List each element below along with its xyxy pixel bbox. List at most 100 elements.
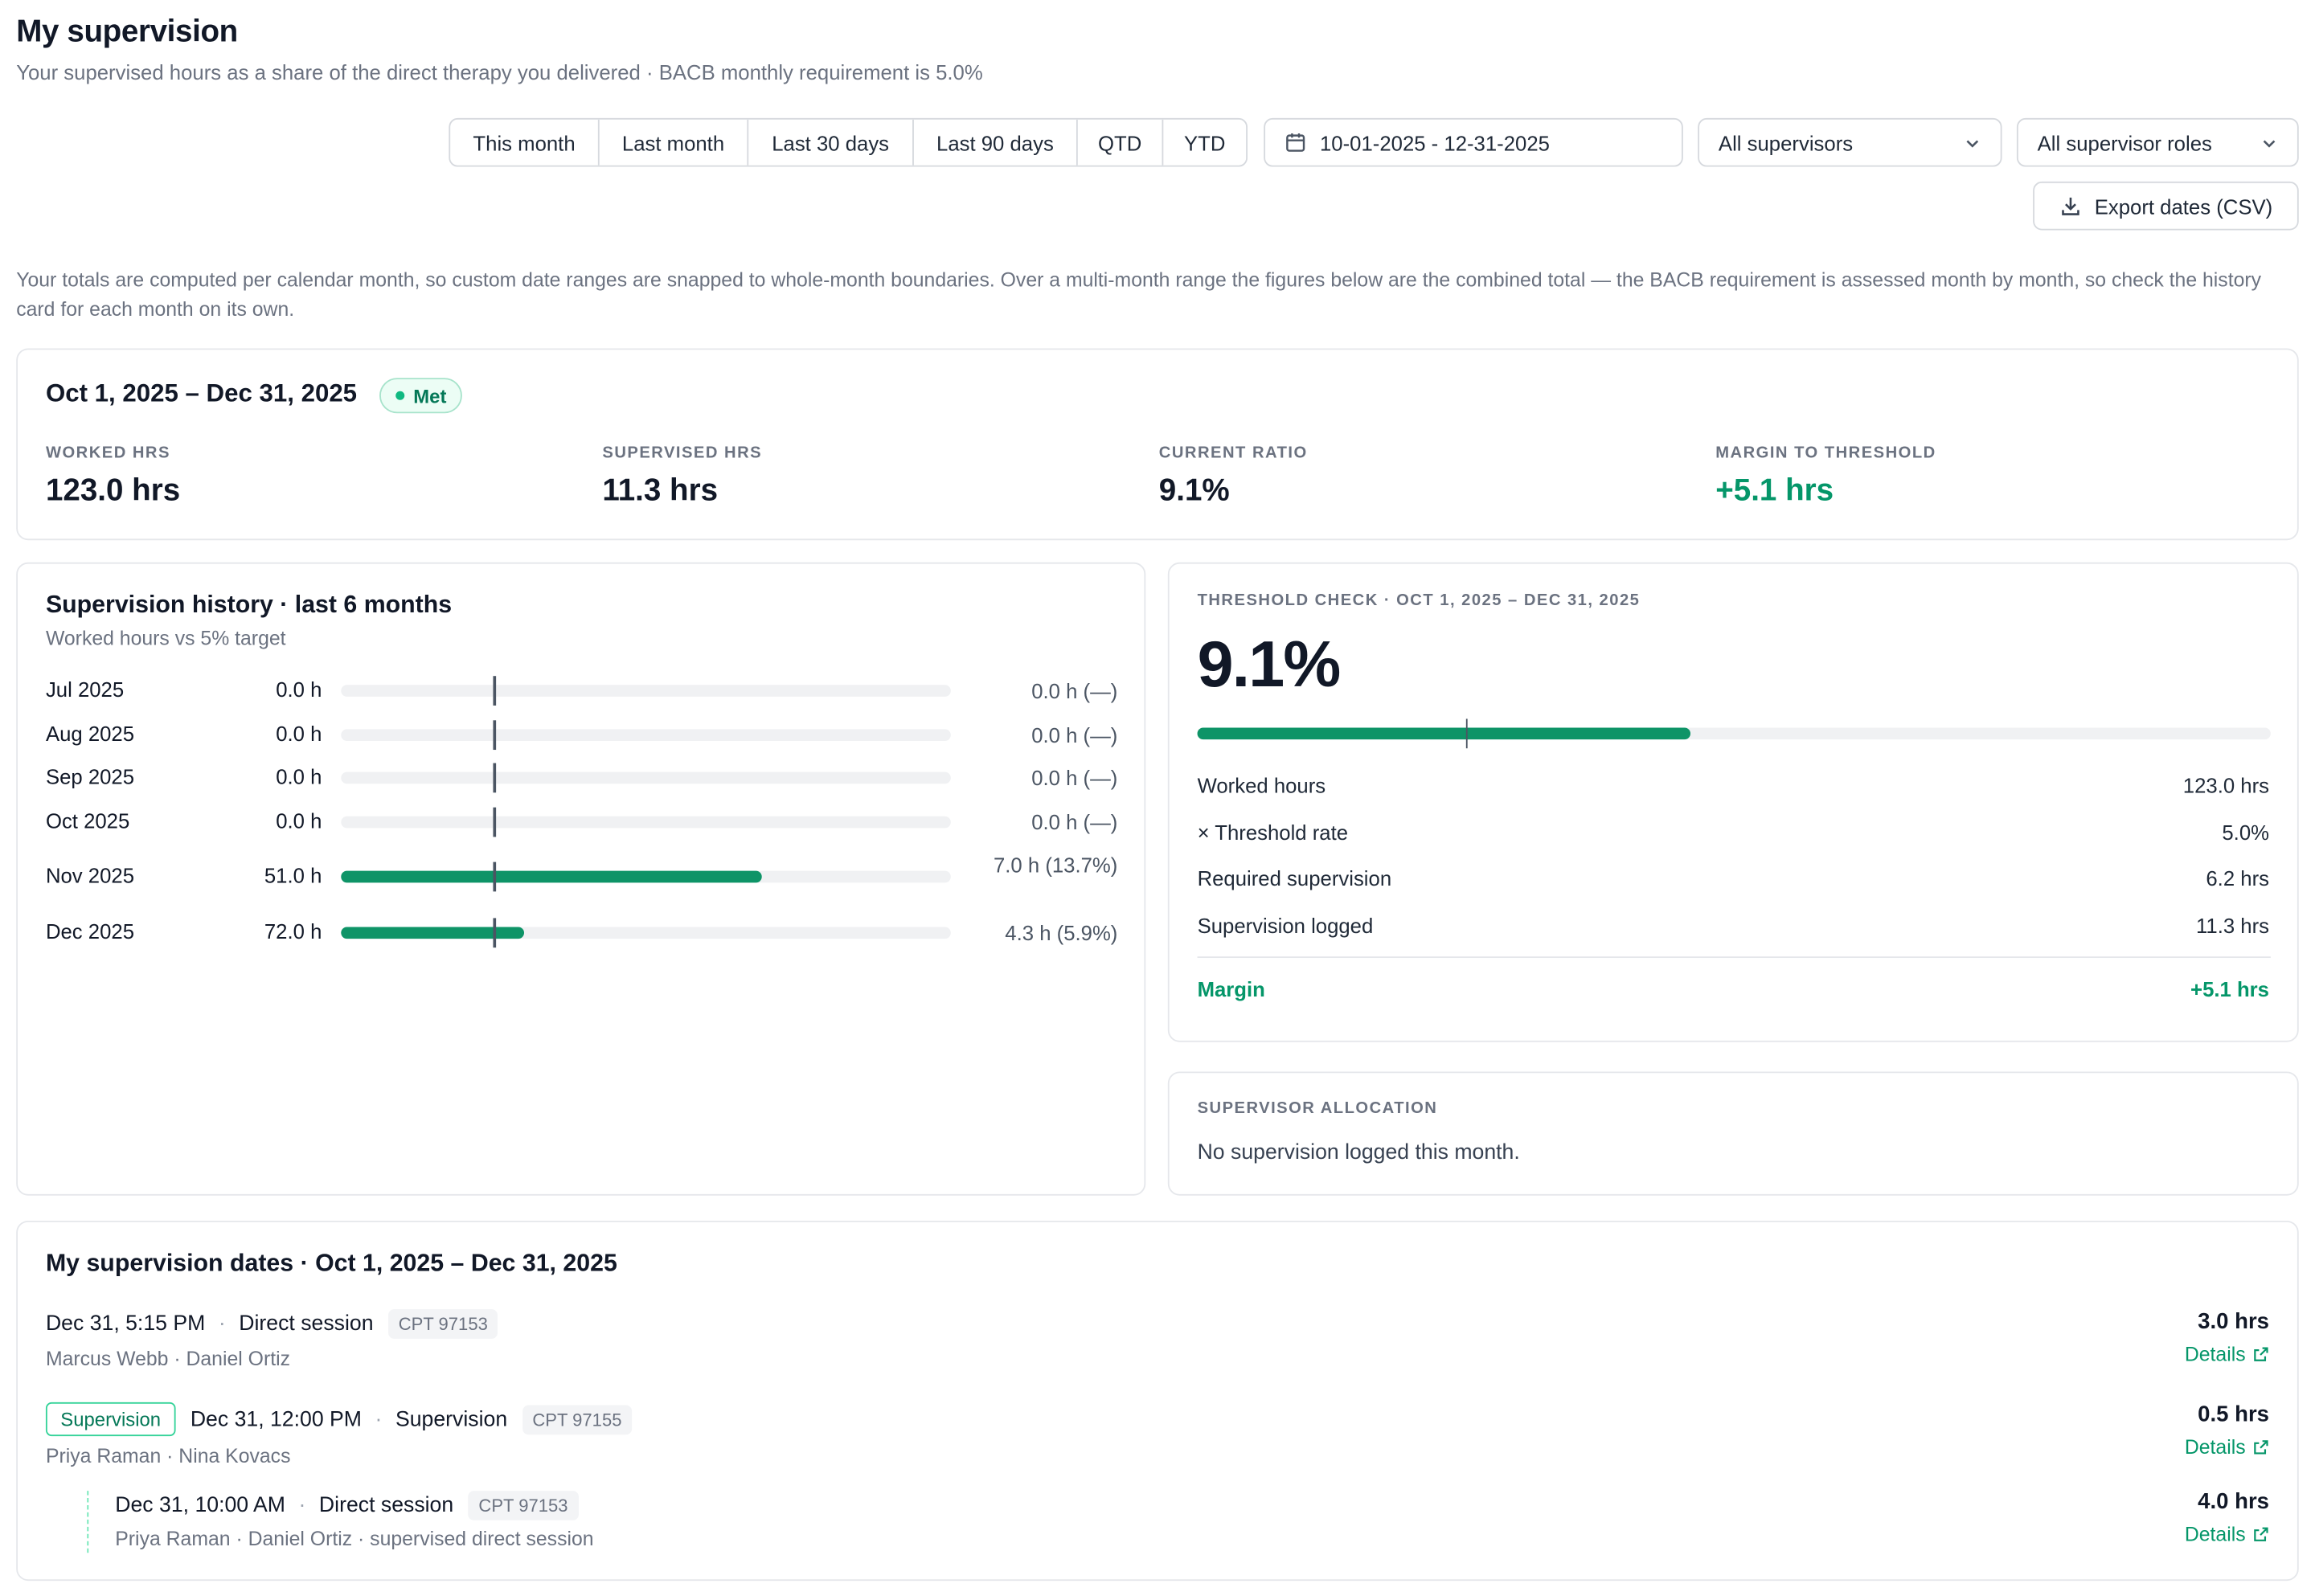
external-link-icon [2254, 1527, 2268, 1541]
supervision-badge: Supervision [45, 1402, 176, 1437]
history-month: Aug 2025 [45, 722, 135, 746]
required-supervision-value: 6.2 hrs [2206, 866, 2270, 890]
history-month: Jul 2025 [45, 677, 125, 702]
export-csv-button[interactable]: Export dates (CSV) [2033, 181, 2299, 231]
kpi-label-margin: MARGIN TO THRESHOLD [1715, 444, 1936, 462]
details-link[interactable]: Details [2185, 1523, 2269, 1545]
cpt-badge: CPT 97153 [468, 1491, 579, 1520]
separator: · [375, 1407, 383, 1431]
history-bar-fill [341, 870, 762, 883]
history-month: Oct 2025 [45, 808, 130, 833]
page-subtitle: Your supervised hours as a share of the … [16, 60, 983, 84]
target-marker [1465, 718, 1469, 749]
role-select-value: All supervisor roles [2037, 130, 2212, 154]
history-supervised: 0.0 h (—) [1031, 678, 1118, 703]
list-item: Supervision Dec 31, 12:00 PM · Supervisi… [45, 1402, 633, 1437]
details-link[interactable]: Details [2185, 1436, 2269, 1459]
entry-datetime: Dec 31, 10:00 AM [115, 1493, 285, 1518]
calendar-icon [1286, 133, 1305, 152]
history-worked: 0.0 h [276, 764, 322, 788]
kpi-label-ratio: CURRENT RATIO [1158, 444, 1308, 462]
chevron-down-icon [2263, 139, 2276, 147]
range-last-30-days[interactable]: Last 30 days [748, 119, 914, 166]
history-subtitle: Worked hours vs 5% target [45, 627, 286, 650]
history-bar-track [341, 763, 951, 793]
threshold-rate-value: 5.0% [2222, 821, 2270, 845]
history-supervised: 7.0 h (13.7%) [993, 853, 1118, 877]
entry-people: Priya Raman · Daniel Ortiz · supervised … [115, 1527, 594, 1550]
history-worked: 0.0 h [276, 722, 322, 746]
margin-value: +5.1 hrs [2190, 976, 2270, 1001]
external-link-icon [2254, 1347, 2268, 1361]
range-ytd[interactable]: YTD [1163, 120, 1246, 166]
cpt-badge: CPT 97153 [387, 1309, 498, 1339]
range-note: Your totals are computed per calendar mo… [16, 268, 2262, 321]
history-month: Dec 2025 [45, 919, 135, 943]
kpi-value-worked: 123.0 hrs [45, 473, 181, 508]
history-worked: 0.0 h [276, 677, 322, 702]
chevron-down-icon [1966, 139, 1979, 147]
range-qtd[interactable]: QTD [1078, 119, 1164, 166]
details-label: Details [2184, 1523, 2246, 1546]
threshold-bar-fill [1197, 727, 1691, 740]
target-marker [493, 676, 496, 706]
status-dot-icon [395, 391, 405, 400]
nested-connector [87, 1491, 89, 1553]
details-link[interactable]: Details [2185, 1343, 2269, 1365]
history-bar-track [341, 720, 951, 751]
target-marker [493, 918, 496, 948]
history-supervised: 4.3 h (5.9%) [1005, 921, 1118, 945]
supervisor-allocation-card: SUPERVISOR ALLOCATION No supervision log… [1167, 1071, 2299, 1196]
page-title: My supervision [16, 14, 238, 49]
worked-hours-value: 123.0 hrs [2182, 773, 2270, 797]
separator: · [218, 1312, 226, 1336]
history-worked: 0.0 h [276, 808, 322, 833]
history-bar-fill [341, 927, 524, 939]
threshold-rate-label: × Threshold rate [1197, 821, 1349, 845]
allocation-empty-text: No supervision logged this month. [1197, 1140, 1520, 1165]
range-last-month[interactable]: Last month [600, 119, 749, 166]
range-selector: This month Last month Last 30 days Last … [449, 117, 1248, 167]
date-range-value: 10-01-2025 - 12-31-2025 [1320, 130, 1550, 154]
separator: · [298, 1493, 306, 1518]
supervisor-select[interactable]: All supervisors [1698, 117, 2002, 167]
required-supervision-label: Required supervision [1197, 866, 1392, 890]
entry-hours: 4.0 hrs [2198, 1489, 2270, 1515]
kpi-label-supervised: SUPERVISED HRS [602, 444, 763, 462]
supervision-logged-label: Supervision logged [1197, 913, 1374, 938]
threshold-check-card: THRESHOLD CHECK · OCT 1, 2025 – DEC 31, … [1167, 562, 2299, 1042]
history-bar-track [341, 861, 951, 892]
history-month: Sep 2025 [45, 764, 135, 788]
supervisor-role-select[interactable]: All supervisor roles [2016, 117, 2299, 167]
threshold-ratio: 9.1% [1197, 628, 1342, 702]
kpi-value-margin: +5.1 hrs [1715, 473, 1834, 508]
cpt-badge: CPT 97155 [522, 1404, 633, 1434]
range-last-90-days[interactable]: Last 90 days [914, 119, 1078, 166]
entry-people: Marcus Webb · Daniel Ortiz [45, 1347, 290, 1370]
allocation-label: SUPERVISOR ALLOCATION [1197, 1099, 1438, 1118]
supervisor-select-value: All supervisors [1718, 130, 1854, 154]
history-bar-track [341, 676, 951, 706]
kpi-label-worked: WORKED HRS [45, 444, 170, 462]
history-worked: 72.0 h [264, 919, 322, 943]
kpi-value-ratio: 9.1% [1158, 473, 1230, 508]
entry-type: Direct session [318, 1493, 454, 1518]
download-icon [2061, 197, 2079, 215]
threshold-label: THRESHOLD CHECK · OCT 1, 2025 – DEC 31, … [1197, 591, 1641, 610]
entry-datetime: Dec 31, 12:00 PM [190, 1407, 363, 1431]
entry-type: Direct session [239, 1312, 374, 1336]
details-label: Details [2184, 1436, 2246, 1459]
history-supervised: 0.0 h (—) [1031, 810, 1118, 834]
history-supervised: 0.0 h (—) [1031, 722, 1118, 747]
threshold-bar-track [1197, 718, 2271, 749]
divider [1197, 956, 2271, 959]
export-label: Export dates (CSV) [2094, 194, 2273, 218]
entry-people: Priya Raman · Nina Kovacs [45, 1445, 291, 1467]
list-item: Dec 31, 10:00 AM · Direct session CPT 97… [115, 1491, 579, 1520]
list-item: Dec 31, 5:15 PM · Direct session CPT 971… [46, 1309, 498, 1339]
kpi-value-supervised: 11.3 hrs [602, 473, 719, 508]
range-this-month[interactable]: This month [450, 119, 600, 166]
target-marker [493, 807, 496, 837]
date-range-picker[interactable]: 10-01-2025 - 12-31-2025 [1264, 117, 1683, 167]
worked-hours-label: Worked hours [1197, 773, 1326, 797]
